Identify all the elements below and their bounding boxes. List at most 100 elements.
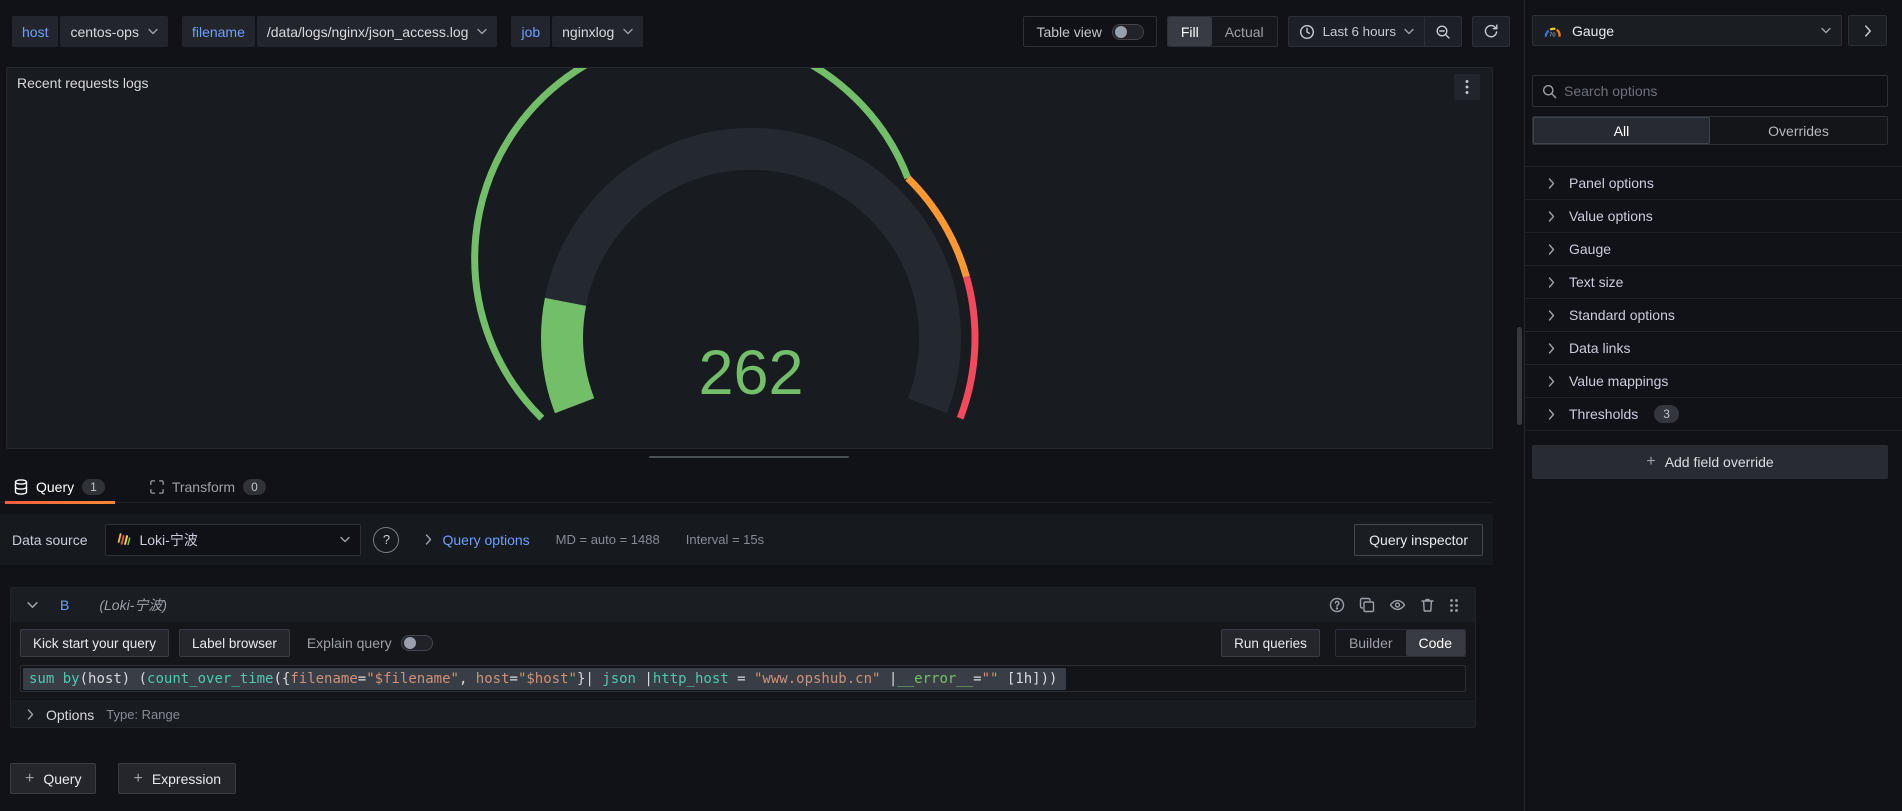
query-help-button[interactable]: [1329, 597, 1345, 613]
table-view-toggle[interactable]: [1111, 23, 1144, 40]
options-search-input[interactable]: [1564, 83, 1878, 99]
tab-query[interactable]: Query 1: [5, 477, 115, 504]
variable-value-host-text: centos-ops: [70, 23, 139, 40]
collapse-sidebar-button[interactable]: [1848, 15, 1887, 46]
plus-icon: +: [1646, 453, 1656, 470]
section-value-options[interactable]: Value options: [1525, 200, 1902, 233]
variable-value-filename-text: /data/logs/nginx/json_access.log: [266, 23, 469, 40]
section-data-links[interactable]: Data links: [1525, 332, 1902, 365]
duplicate-query-button[interactable]: [1359, 597, 1375, 613]
gauge-value-arc: [541, 297, 595, 414]
options-label: Options: [46, 706, 95, 723]
add-query-button[interactable]: + Query: [10, 763, 97, 794]
builder-segment[interactable]: Builder: [1336, 630, 1406, 656]
section-label: Data links: [1569, 340, 1631, 356]
eye-icon: [1389, 599, 1406, 611]
tab-query-badge: 1: [82, 478, 105, 495]
chevron-down-icon: [340, 536, 351, 543]
add-expression-label: Expression: [151, 770, 222, 787]
chevron-right-icon: [1548, 276, 1555, 288]
datasource-name: Loki-宁波: [139, 531, 198, 548]
query-editor-body: Kick start your query Label browser Expl…: [11, 622, 1475, 692]
gauge-panel: Recent requests logs 262: [6, 67, 1493, 449]
code-token: =: [728, 670, 754, 687]
code-token: "$filename": [366, 670, 459, 687]
kick-start-button[interactable]: Kick start your query: [20, 629, 170, 657]
tab-overrides[interactable]: Overrides: [1710, 117, 1887, 144]
chevron-down-icon: [623, 28, 633, 35]
builder-code-switch: Builder Code: [1334, 629, 1466, 657]
panel-resize-handle[interactable]: [649, 456, 849, 458]
section-panel-options[interactable]: Panel options: [1525, 167, 1902, 200]
code-token: =: [509, 670, 518, 687]
query-inspector-button[interactable]: Query inspector: [1354, 523, 1483, 556]
chevron-right-icon: [1548, 309, 1555, 321]
gauge-threshold-red: [956, 275, 979, 420]
options-search: [1532, 75, 1888, 107]
chevron-right-icon: [1548, 375, 1555, 387]
fill-segment[interactable]: Fill: [1167, 17, 1212, 46]
chevron-right-icon: [1548, 408, 1555, 420]
drag-query-handle[interactable]: [1449, 598, 1459, 613]
chevron-down-icon: [1404, 28, 1414, 35]
plus-icon: +: [133, 769, 143, 787]
section-thresholds[interactable]: Thresholds 3: [1525, 398, 1902, 431]
section-standard-options[interactable]: Standard options: [1525, 299, 1902, 332]
code-token: host: [475, 670, 510, 687]
code-token: filename: [290, 670, 358, 687]
gauge-value: 262: [698, 338, 803, 408]
add-field-override-button[interactable]: + Add field override: [1532, 445, 1888, 479]
delete-query-button[interactable]: [1420, 597, 1435, 613]
query-ref-id[interactable]: B: [60, 597, 69, 613]
gauge-threshold-green: [471, 68, 912, 421]
section-value-mappings[interactable]: Value mappings: [1525, 365, 1902, 398]
variable-value-filename[interactable]: /data/logs/nginx/json_access.log: [256, 16, 498, 47]
copy-icon: [1359, 597, 1375, 613]
variable-value-job[interactable]: nginxlog: [552, 16, 644, 47]
section-gauge[interactable]: Gauge: [1525, 233, 1902, 266]
logql-code-editor[interactable]: sum by(host) (count_over_time({filename=…: [20, 665, 1466, 692]
refresh-button[interactable]: [1472, 16, 1510, 47]
chevron-down-icon[interactable]: [27, 601, 38, 609]
zoom-out-button[interactable]: [1425, 16, 1462, 47]
label-browser-button[interactable]: Label browser: [179, 629, 290, 657]
add-query-label: Query: [43, 770, 82, 787]
tab-transform-badge: 0: [243, 478, 266, 495]
visualization-picker[interactable]: 70 Gauge: [1532, 15, 1842, 46]
section-label: Value options: [1569, 208, 1653, 224]
code-token: }|: [576, 670, 603, 687]
panel-title: Recent requests logs: [17, 75, 149, 91]
tab-all[interactable]: All: [1533, 117, 1710, 144]
code-token: "www.opshub.cn": [754, 670, 881, 687]
toggle-visibility-button[interactable]: [1389, 597, 1406, 613]
plus-icon: +: [25, 769, 35, 787]
section-label: Text size: [1569, 274, 1624, 290]
section-label: Value mappings: [1569, 373, 1669, 389]
code-token: "": [981, 670, 999, 687]
gauge-viz-icon: 70: [1544, 27, 1561, 38]
chevron-right-icon: [1864, 24, 1871, 37]
datasource-help-button[interactable]: ?: [373, 526, 400, 553]
code-token: http_host: [652, 670, 729, 687]
tab-transform[interactable]: Transform 0: [141, 477, 276, 502]
section-text-size[interactable]: Text size: [1525, 266, 1902, 299]
run-queries-button[interactable]: Run queries: [1221, 629, 1320, 657]
query-options-link[interactable]: Query options: [442, 532, 529, 548]
query-options-row[interactable]: Options Type: Range: [11, 699, 1475, 727]
code-segment[interactable]: Code: [1405, 630, 1465, 656]
section-label: Panel options: [1569, 175, 1654, 191]
actual-segment[interactable]: Actual: [1212, 17, 1277, 46]
time-range-picker[interactable]: Last 6 hours: [1287, 16, 1425, 47]
add-expression-button[interactable]: + Expression: [118, 763, 237, 794]
logql-query-line: sum by(host) (count_over_time({filename=…: [23, 667, 1067, 690]
vertical-scrollbar[interactable]: [1517, 327, 1522, 425]
transform-icon: [150, 479, 164, 494]
datasource-picker[interactable]: Loki-宁波: [105, 523, 362, 556]
time-range-label: Last 6 hours: [1322, 24, 1396, 39]
tab-query-label: Query: [36, 478, 75, 495]
variable-value-host[interactable]: centos-ops: [60, 16, 168, 47]
chevron-down-icon: [1821, 27, 1831, 34]
explain-query-toggle[interactable]: [400, 635, 433, 651]
chevron-right-icon[interactable]: [425, 534, 432, 545]
panel-menu-button[interactable]: [1454, 74, 1480, 100]
